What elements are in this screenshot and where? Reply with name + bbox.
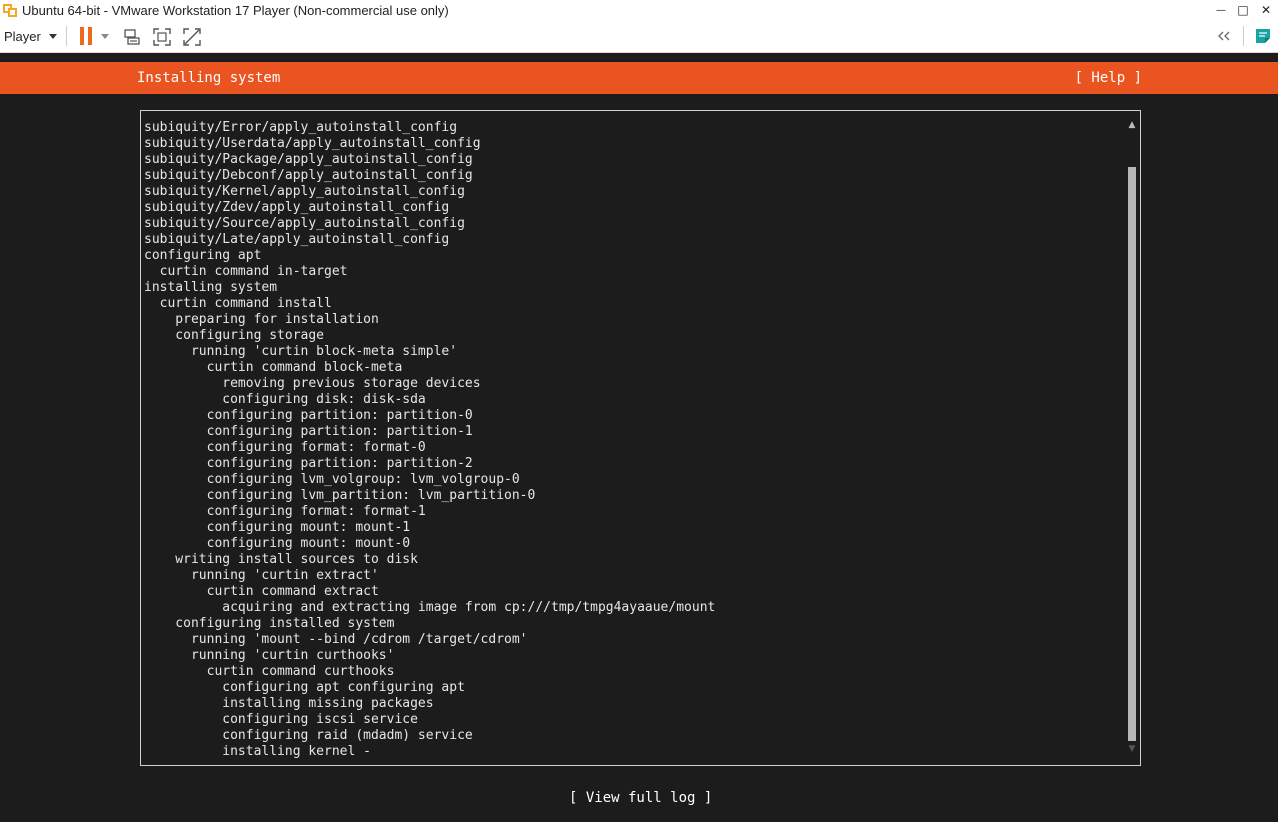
maximize-icon: □ [1237,3,1249,17]
maximize-button[interactable]: □ [1232,0,1254,20]
log-line: subiquity/Late/apply_autoinstall_config [144,232,450,247]
log-line: configuring partition: partition-2 [144,456,473,471]
power-options-dropdown[interactable] [101,34,109,39]
log-line: running 'curtin curthooks' [144,648,395,663]
window-title: Ubuntu 64-bit - VMware Workstation 17 Pl… [22,2,449,18]
player-menu-label: Player [4,28,41,44]
log-line: installing system [144,280,278,295]
log-line: running 'curtin block-meta simple' [144,344,458,359]
log-line: running 'mount --bind /cdrom /target/cdr… [144,632,528,647]
view-full-log-button[interactable]: [ View full log ] [569,790,712,806]
pause-icon [79,27,93,45]
log-line: configuring lvm_partition: lvm_partition… [144,488,536,503]
page-title: Installing system [137,70,281,86]
chevron-down-icon [48,33,57,39]
log-line: acquiring and extracting image from cp:/… [144,600,716,615]
unity-button[interactable] [181,26,203,48]
collapse-icon [1218,31,1230,41]
scrollbar-thumb[interactable] [1128,167,1136,741]
log-line: subiquity/Source/apply_autoinstall_confi… [144,216,465,231]
log-line: configuring mount: mount-0 [144,536,411,551]
log-line: configuring storage [144,328,325,343]
log-line: configuring iscsi service [144,712,418,727]
log-line: removing previous storage devices [144,376,481,391]
scroll-up-arrow-icon[interactable]: ▲ [1126,119,1138,131]
toolbar-divider [1243,26,1244,46]
log-line: configuring format: format-1 [144,504,426,519]
log-line: configuring partition: partition-0 [144,408,473,423]
install-log: subiquity/Error/apply_autoinstall_config… [144,120,1119,760]
log-line: installing missing packages [144,696,434,711]
log-line: configuring raid (mdadm) service [144,728,473,743]
log-line: subiquity/Package/apply_autoinstall_conf… [144,152,473,167]
unity-icon [183,28,201,46]
minimize-button[interactable]: — [1210,0,1232,20]
pause-button[interactable] [78,27,94,45]
log-line: configuring installed system [144,616,395,631]
log-line: curtin command install [144,296,332,311]
close-icon: ✕ [1260,3,1272,17]
send-ctrl-alt-del-icon [124,29,140,45]
log-line: curtin command block-meta [144,360,403,375]
log-line: curtin command extract [144,584,379,599]
log-line: configuring apt configuring apt [144,680,465,695]
log-line: configuring disk: disk-sda [144,392,426,407]
log-line: running 'curtin extract' [144,568,379,583]
vm-screen-top [0,53,1278,62]
log-line: configuring mount: mount-1 [144,520,411,535]
log-line: writing install sources to disk [144,552,418,567]
player-toolbar: Player [0,20,1278,53]
log-line: configuring lvm_volgroup: lvm_volgroup-0 [144,472,520,487]
close-button[interactable]: ✕ [1255,0,1277,20]
window-title-bar: Ubuntu 64-bit - VMware Workstation 17 Pl… [0,0,1278,20]
collapse-toolbar-button[interactable] [1214,28,1234,44]
installer-header: Installing system [ Help ] [0,62,1278,94]
send-ctrl-alt-del-button[interactable] [121,26,143,48]
log-line: subiquity/Userdata/apply_autoinstall_con… [144,136,481,151]
log-line: curtin command curthooks [144,664,395,679]
full-screen-icon [153,28,171,46]
log-line: subiquity/Kernel/apply_autoinstall_confi… [144,184,465,199]
toolbar-divider [66,26,67,46]
log-line: configuring partition: partition-1 [144,424,473,439]
notes-button[interactable] [1253,26,1273,46]
log-line: subiquity/Debconf/apply_autoinstall_conf… [144,168,473,183]
log-line: preparing for installation [144,312,379,327]
log-line: configuring apt [144,248,262,263]
install-log-panel[interactable]: subiquity/Error/apply_autoinstall_config… [140,110,1141,766]
full-screen-button[interactable] [151,26,173,48]
help-button[interactable]: [ Help ] [1075,70,1142,86]
log-line: subiquity/Zdev/apply_autoinstall_config [144,200,450,215]
log-line: installing kernel - [144,744,371,759]
log-line: subiquity/Error/apply_autoinstall_config [144,120,458,135]
log-line: configuring format: format-0 [144,440,426,455]
player-menu-button[interactable]: Player [4,27,57,45]
minimize-icon: — [1216,4,1226,16]
scroll-down-arrow-icon[interactable]: ▼ [1126,743,1138,755]
notes-icon [1256,29,1270,43]
chevron-down-icon [101,34,109,39]
log-line: curtin command in-target [144,264,348,279]
vmware-app-icon[interactable] [2,2,18,18]
